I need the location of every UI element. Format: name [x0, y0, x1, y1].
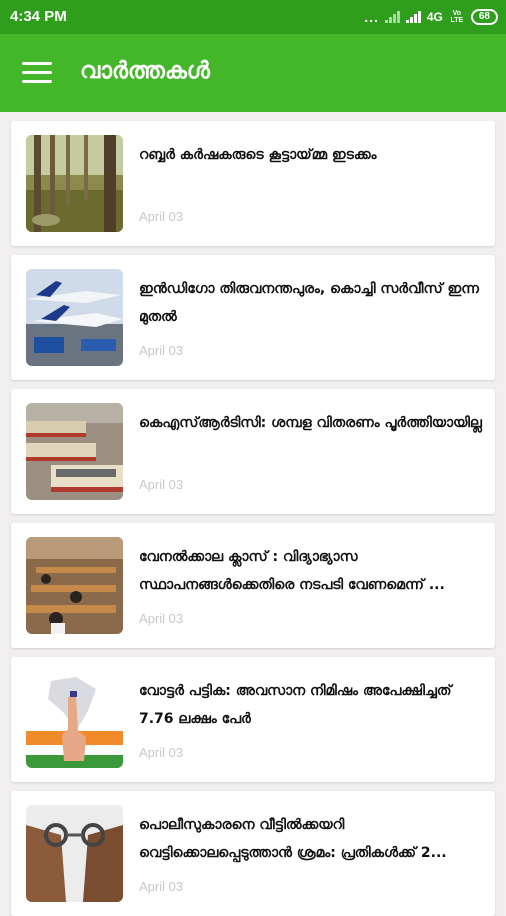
- handcuffed-hands-photo: [26, 805, 123, 902]
- volte-icon: Vo LTE: [450, 10, 464, 24]
- article-date: April 03: [139, 209, 184, 224]
- article-headline: ഇൻഡിഗോ തിരുവനന്തപുരം, കൊച്ചി സർവീസ് ഇന്ന…: [139, 281, 479, 325]
- article-date: April 03: [139, 879, 184, 894]
- app-bar: വാർത്തകൾ: [0, 34, 506, 112]
- news-card[interactable]: റബ്ബർ കർഷകരുടെ കൂട്ടായ്മ്മ ഇടക്കം April …: [11, 121, 495, 246]
- voting-finger-india-map-photo: [26, 671, 123, 768]
- exam-hall-photo: [26, 537, 123, 634]
- news-card[interactable]: വേനൽക്കാല ക്ലാസ് : വിദ്യാഭ്യാസ സ്ഥാപനങ്ങ…: [11, 523, 495, 648]
- status-bar: 4:34 PM ... 4G Vo LTE 68: [0, 0, 506, 34]
- article-headline: കെഎസ്ആർടിസി: ശമ്പള വിതരണം പൂർത്തിയായില്ല: [139, 415, 482, 431]
- battery-icon: 68: [470, 9, 498, 25]
- signal-strength-icon: [384, 11, 400, 23]
- article-headline: വോട്ടർ പട്ടിക: അവസാന നിമിഷം അപേക്ഷിച്ചത്…: [139, 683, 452, 727]
- article-date: April 03: [139, 477, 184, 492]
- signal-strength-icon: [405, 11, 421, 23]
- hamburger-menu-icon[interactable]: [16, 56, 56, 90]
- page-title: വാർത്തകൾ: [80, 58, 210, 84]
- news-card[interactable]: പൊലീസുകാരനെ വീട്ടിൽക്കയറി വെട്ടിക്കൊലപ്പ…: [11, 791, 495, 916]
- article-headline: പൊലീസുകാരനെ വീട്ടിൽക്കയറി വെട്ടിക്കൊലപ്പ…: [139, 817, 447, 861]
- network-type-label: 4G: [426, 10, 443, 24]
- indigo-aircraft-photo: [26, 269, 123, 366]
- news-card[interactable]: വോട്ടർ പട്ടിക: അവസാന നിമിഷം അപേക്ഷിച്ചത്…: [11, 657, 495, 782]
- news-card[interactable]: ഇൻഡിഗോ തിരുവനന്തപുരം, കൊച്ചി സർവീസ് ഇന്ന…: [11, 255, 495, 380]
- article-date: April 03: [139, 611, 184, 626]
- notification-dots-icon: ...: [364, 9, 379, 25]
- article-headline: വേനൽക്കാല ക്ലാസ് : വിദ്യാഭ്യാസ സ്ഥാപനങ്ങ…: [139, 549, 445, 593]
- status-time: 4:34 PM: [10, 8, 67, 25]
- article-date: April 03: [139, 343, 184, 358]
- article-headline: റബ്ബർ കർഷകരുടെ കൂട്ടായ്മ്മ ഇടക്കം: [139, 147, 377, 163]
- ksrtc-buses-photo: [26, 403, 123, 500]
- rubber-plantation-photo: [26, 135, 123, 232]
- status-icons: ... 4G Vo LTE 68: [364, 7, 498, 27]
- article-date: April 03: [139, 745, 184, 760]
- news-card[interactable]: കെഎസ്ആർടിസി: ശമ്പള വിതരണം പൂർത്തിയായില്ല…: [11, 389, 495, 514]
